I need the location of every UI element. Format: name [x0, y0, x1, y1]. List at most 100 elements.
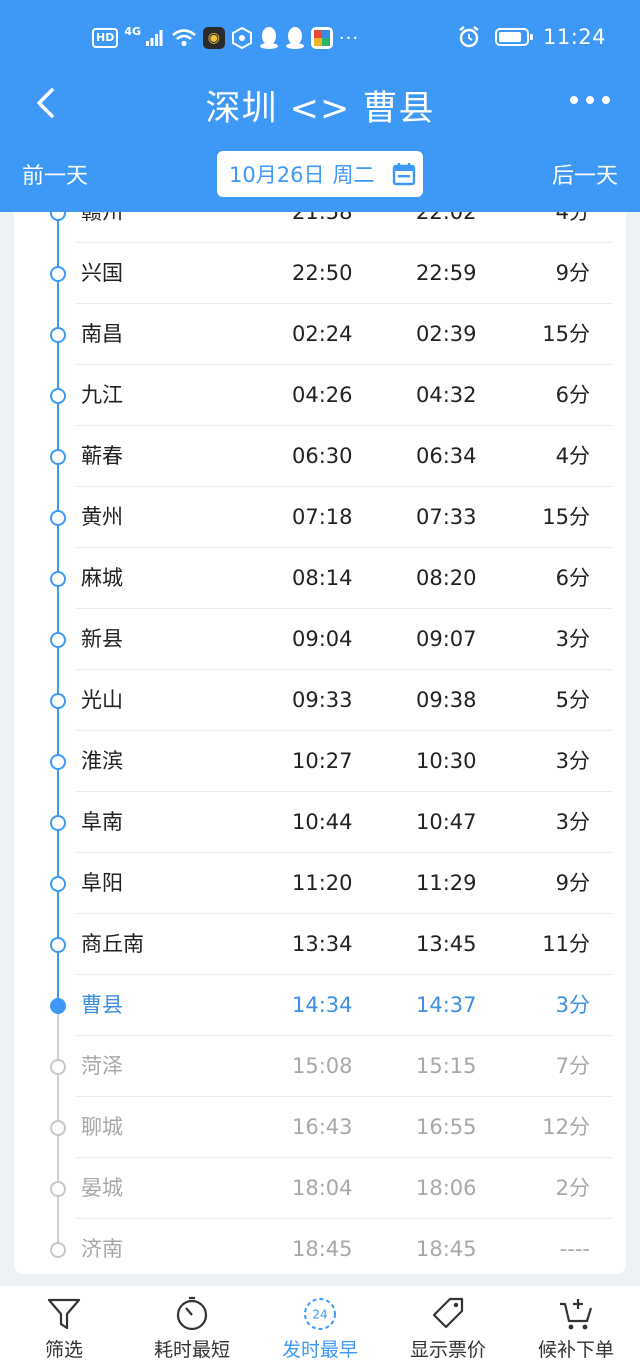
status-bar: HD 4G ◉ ··· 11:24 — [0, 0, 640, 74]
station-name: 新县 — [81, 627, 123, 651]
stop-row[interactable]: 南昌 02:24 02:39 15分 — [14, 304, 626, 365]
tab-show-price[interactable]: 显示票价 — [384, 1286, 512, 1369]
depart-time: 14:37 — [416, 993, 477, 1017]
more-dot — [586, 96, 594, 104]
network-type-label: 4G — [124, 25, 142, 38]
depart-time: 04:32 — [416, 383, 477, 407]
arrive-time: 22:50 — [292, 261, 353, 285]
prev-day-button[interactable]: 前一天 — [22, 158, 88, 190]
qq-icon — [285, 27, 304, 49]
more-dots-icon[interactable] — [570, 96, 610, 104]
stop-row[interactable]: 阜阳 11:20 11:29 9分 — [14, 853, 626, 914]
arrive-time: 18:45 — [292, 1237, 353, 1261]
stop-row[interactable]: 商丘南 13:34 13:45 11分 — [14, 914, 626, 975]
date-label: 10月26日 — [229, 163, 325, 187]
tab-label: 耗时最短 — [153, 1339, 230, 1361]
stop-row[interactable]: 新县 09:04 09:07 3分 — [14, 609, 626, 670]
depart-time: 10:47 — [416, 810, 477, 834]
arrive-time: 06:30 — [292, 444, 353, 468]
depart-time: 08:20 — [416, 566, 477, 590]
tab-label: 显示票价 — [409, 1339, 486, 1361]
stop-duration: 11分 — [542, 932, 590, 956]
arrive-time: 16:43 — [292, 1115, 353, 1139]
station-name: 南昌 — [81, 322, 123, 346]
status-right: 11:24 — [457, 22, 606, 52]
stop-row[interactable]: 九江 04:26 04:32 6分 — [14, 365, 626, 426]
depart-time: 16:55 — [416, 1115, 477, 1139]
stop-row[interactable]: 晏城 18:04 18:06 2分 — [14, 1158, 626, 1219]
date-picker-button[interactable]: 10月26日 周二 — [217, 151, 423, 197]
more-dot — [602, 96, 610, 104]
depart-time: 22:59 — [416, 261, 477, 285]
tab-waitlist-order[interactable]: 候补下单 — [512, 1286, 640, 1369]
tab-label: 筛选 — [44, 1339, 83, 1361]
arrive-time: 02:24 — [292, 322, 353, 346]
calendar-icon — [393, 163, 416, 186]
depart-time: 07:33 — [416, 505, 477, 529]
timeline-dot — [50, 388, 66, 404]
station-name: 济南 — [81, 1237, 123, 1261]
stop-duration: 3分 — [555, 627, 590, 651]
status-left: HD 4G ◉ ··· — [92, 24, 359, 52]
stop-row[interactable]: 赣州 21:58 22:02 4分 — [14, 212, 626, 243]
depart-time: 11:29 — [416, 871, 477, 895]
tab-earliest-departure[interactable]: 24 发时最早 — [256, 1286, 384, 1369]
stop-duration: 4分 — [555, 212, 590, 224]
tab-filter[interactable]: 筛选 — [0, 1286, 128, 1369]
stop-row[interactable]: 曹县 14:34 14:37 3分 — [14, 975, 626, 1036]
stop-row[interactable]: 蕲春 06:30 06:34 4分 — [14, 426, 626, 487]
stop-duration: 9分 — [555, 871, 590, 895]
depart-time: 06:34 — [416, 444, 477, 468]
station-name: 蕲春 — [81, 444, 123, 468]
stop-row[interactable]: 麻城 08:14 08:20 6分 — [14, 548, 626, 609]
battery-icon — [494, 28, 533, 46]
station-name: 光山 — [81, 688, 123, 712]
stop-duration: 9分 — [555, 261, 590, 285]
timeline-dot — [50, 1181, 66, 1197]
more-dot — [570, 96, 578, 104]
stop-list: 赣州 21:58 22:02 4分 兴国 22:50 22:59 9分 南昌 02:24 02:39… — [14, 212, 626, 1274]
timeline-dot — [50, 1120, 66, 1136]
stop-duration: 7分 — [555, 1054, 590, 1078]
stop-row[interactable]: 济南 18:45 18:45 ---- — [14, 1219, 626, 1274]
stop-duration: 2分 — [555, 1176, 590, 1200]
cart-add-icon — [556, 1296, 596, 1332]
stop-row[interactable]: 聊城 16:43 16:55 12分 — [14, 1097, 626, 1158]
timeline-dot — [50, 212, 66, 221]
filter-icon — [44, 1296, 84, 1332]
depart-time: 18:45 — [416, 1237, 477, 1261]
arrive-time: 09:04 — [292, 627, 353, 651]
stop-duration: 12分 — [542, 1115, 590, 1139]
timeline-dot — [50, 693, 66, 709]
more-notifications-icon: ··· — [338, 27, 360, 49]
stop-duration: 4分 — [555, 444, 590, 468]
station-name: 麻城 — [81, 566, 123, 590]
depart-time: 02:39 — [416, 322, 477, 346]
depart-time: 18:06 — [416, 1176, 477, 1200]
arrive-time: 09:33 — [292, 688, 353, 712]
stop-row[interactable]: 菏泽 15:08 15:15 7分 — [14, 1036, 626, 1097]
stop-row[interactable]: 淮滨 10:27 10:30 3分 — [14, 731, 626, 792]
next-day-button[interactable]: 后一天 — [552, 158, 618, 190]
timeline-dot — [50, 571, 66, 587]
stop-duration: 3分 — [555, 810, 590, 834]
arrive-time: 14:34 — [292, 993, 353, 1017]
station-name: 淮滨 — [81, 749, 123, 773]
stop-row[interactable]: 黄州 07:18 07:33 15分 — [14, 487, 626, 548]
station-name: 兴国 — [81, 261, 123, 285]
stop-row[interactable]: 兴国 22:50 22:59 9分 — [14, 243, 626, 304]
tab-shortest-duration[interactable]: 耗时最短 — [128, 1286, 256, 1369]
stop-row[interactable]: 光山 09:33 09:38 5分 — [14, 670, 626, 731]
app-headphones-icon: ◉ — [202, 27, 225, 49]
station-name: 晏城 — [81, 1176, 123, 1200]
hd-icon: HD — [92, 28, 119, 48]
arrive-time: 18:04 — [292, 1176, 353, 1200]
arrive-time: 11:20 — [292, 871, 353, 895]
depart-time: 13:45 — [416, 932, 477, 956]
stop-row[interactable]: 阜南 10:44 10:47 3分 — [14, 792, 626, 853]
signal-4g-icon: 4G — [124, 25, 165, 47]
depart-time: 10:30 — [416, 749, 477, 773]
stop-duration: 3分 — [555, 993, 590, 1017]
app-hex-icon — [231, 27, 252, 49]
tab-label: 候补下单 — [537, 1339, 614, 1361]
